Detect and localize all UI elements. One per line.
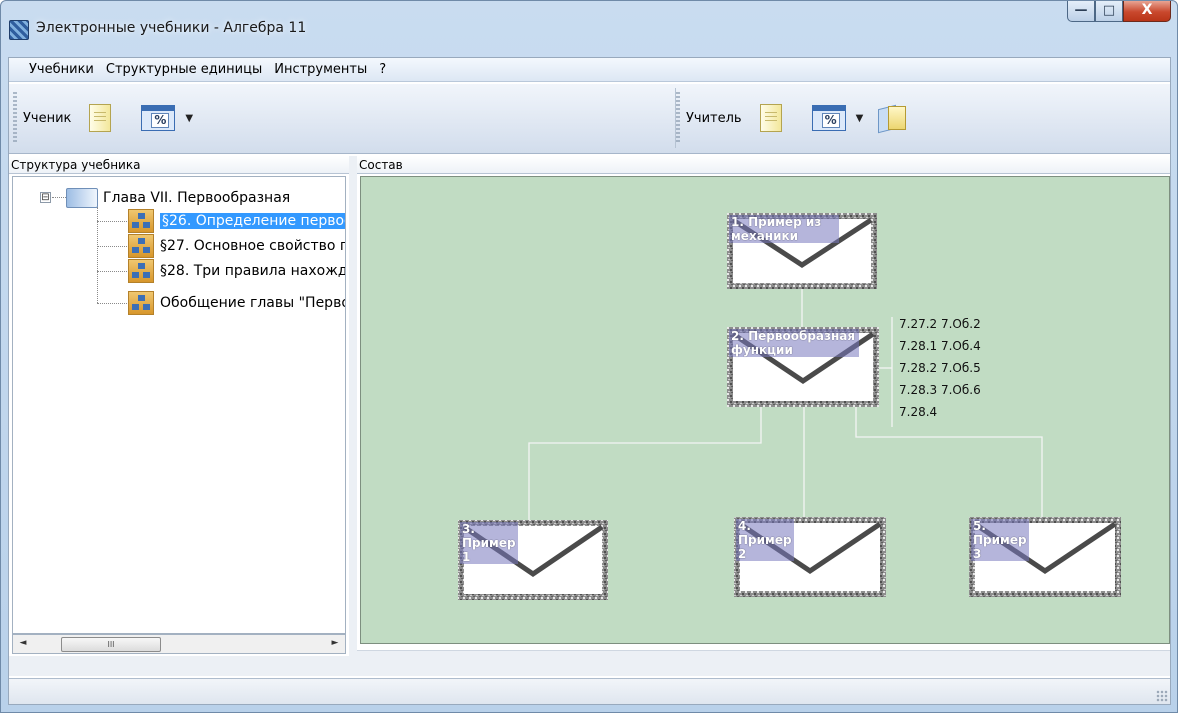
scroll-left-icon[interactable]: ◄ (16, 638, 30, 648)
collapse-icon[interactable]: ⊟ (40, 192, 51, 203)
student-toolbar: Ученик % ▼ (13, 88, 669, 148)
book-page-right (888, 106, 907, 130)
student-document-icon[interactable] (89, 104, 112, 132)
composition-pane: Состав 1. Пример из механики 2. Первообр… (357, 156, 1170, 650)
scroll-thumb[interactable]: III (61, 637, 161, 652)
menu-textbooks[interactable]: Учебники (23, 59, 100, 81)
resize-grip-icon[interactable] (1156, 690, 1168, 702)
tree-item-label: Глава VII. Первообразная (103, 190, 291, 206)
minimize-button[interactable]: — (1067, 1, 1095, 22)
toolbar-band: Ученик % ▼ Учитель % ▼ (9, 84, 1170, 154)
tree-item-chapter[interactable]: Глава VII. Первообразная (66, 187, 290, 209)
section-icon (128, 209, 154, 233)
left-pane-footer (9, 656, 349, 676)
toolbar-grip[interactable] (676, 92, 680, 144)
composition-canvas: 1. Пример из механики 2. Первообразная ф… (360, 176, 1170, 644)
app-window: Электронные учебники - Алгебра 11 — □ X … (0, 0, 1178, 713)
section-icon (128, 291, 154, 315)
tree-connector (97, 271, 127, 272)
node-label: 2. Первообразная функции (729, 329, 859, 357)
menu-bar: Учебники Структурные единицы Инструменты… (9, 58, 1170, 82)
tree-connector (97, 221, 127, 222)
percent-icon-titlebar (142, 106, 175, 111)
tree-item-label: §28. Три правила нахождения первообразны… (160, 263, 345, 279)
client-area: Учебники Структурные единицы Инструменты… (8, 57, 1171, 705)
window-title: Электронные учебники - Алгебра 11 (36, 20, 307, 36)
menu-help[interactable]: ? (373, 59, 392, 81)
tree-item-label: §26. Определение первообразной (159, 212, 345, 230)
tree-connector (97, 303, 127, 304)
tree-item-label: §27. Основное свойство первообразной (160, 238, 345, 254)
reference-item[interactable]: 7.28.3 7.Об.6 (899, 383, 981, 397)
close-button[interactable]: X (1123, 1, 1171, 22)
percent-symbol: % (821, 113, 840, 128)
tree-connector (52, 197, 66, 198)
percent-icon-titlebar (812, 106, 845, 111)
tree-item-section-27[interactable]: §27. Основное свойство первообразной (128, 234, 345, 258)
section-icon (128, 259, 154, 283)
window-controls: — □ X (1067, 1, 1171, 22)
horizontal-scrollbar[interactable]: ◄ III ► (12, 634, 346, 654)
connector-line (528, 405, 762, 522)
node-label: 4. Пример 2 (736, 519, 794, 561)
teacher-percent-icon[interactable]: % (811, 105, 846, 131)
reference-item[interactable]: 7.28.1 7.Об.4 (899, 339, 981, 353)
structure-pane: Структура учебника ⊟ Глава VII. Первообр… (9, 156, 349, 676)
maximize-icon: □ (1102, 3, 1116, 18)
title-bar[interactable]: Электронные учебники - Алгебра 11 — □ X (1, 1, 1177, 57)
connector-line (855, 405, 1043, 522)
tree-item-summary[interactable]: Обобщение главы "Первообразная" (128, 291, 345, 315)
composition-pane-header: Состав (357, 156, 1170, 174)
teacher-label: Учитель (686, 110, 742, 126)
pane-splitter[interactable] (349, 156, 357, 676)
minimize-icon: — (1074, 3, 1088, 18)
open-book-icon[interactable] (877, 103, 907, 134)
percent-symbol: % (151, 113, 170, 128)
reference-item[interactable]: 7.27.2 7.Об.2 (899, 317, 981, 331)
reference-item[interactable]: 7.28.2 7.Об.5 (899, 361, 981, 375)
reference-item[interactable]: 7.28.4 (899, 405, 937, 419)
menu-tools[interactable]: Инструменты (268, 59, 373, 81)
teacher-toolbar: Учитель % ▼ (675, 88, 1169, 148)
chapter-icon (66, 188, 98, 208)
composition-diagram (458, 213, 1121, 600)
node-label: 5. Пример 3 (971, 519, 1029, 561)
close-icon: X (1141, 2, 1153, 18)
toolbar-grip[interactable] (13, 92, 17, 144)
student-percent-icon[interactable]: % (141, 105, 176, 131)
structure-pane-header: Структура учебника (9, 156, 349, 174)
teacher-dropdown-arrow-icon[interactable]: ▼ (856, 113, 864, 124)
composition-pane-footer (357, 650, 1170, 676)
section-icon (128, 234, 154, 258)
maximize-button[interactable]: □ (1095, 1, 1123, 22)
tree-connector (97, 246, 127, 247)
tree-item-label: Обобщение главы "Первообразная" (160, 295, 345, 311)
node-label: 1. Пример из механики (729, 215, 839, 243)
status-bar (9, 678, 1170, 704)
structure-tree[interactable]: ⊟ Глава VII. Первообразная §26. Определе… (12, 176, 346, 634)
student-label: Ученик (23, 110, 72, 126)
student-dropdown-arrow-icon[interactable]: ▼ (185, 113, 193, 124)
tree-item-section-28[interactable]: §28. Три правила нахождения первообразны… (128, 259, 345, 283)
scroll-right-icon[interactable]: ► (328, 638, 342, 648)
tree-item-section-26[interactable]: §26. Определение первообразной (128, 209, 345, 233)
node-label: 3. Пример 1 (460, 522, 518, 564)
app-icon[interactable] (9, 20, 29, 40)
teacher-document-icon[interactable] (759, 104, 782, 132)
menu-structural-units[interactable]: Структурные единицы (100, 59, 268, 81)
